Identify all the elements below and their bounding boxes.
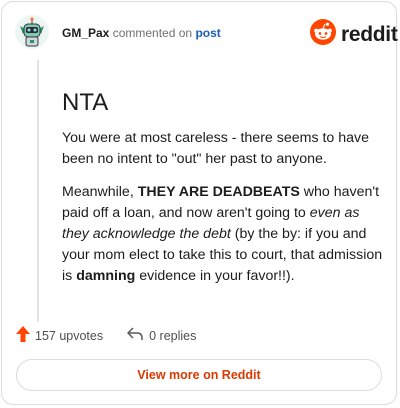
para2-bold-deadbeats: THEY ARE DEADBEATS	[137, 184, 300, 200]
comment-footer: 157 upvotes 0 replies	[16, 326, 196, 345]
reddit-logo[interactable]: reddit	[310, 19, 398, 50]
para2-text-4: evidence in your favor!!).	[135, 268, 295, 284]
robot-avatar-icon[interactable]	[14, 14, 50, 50]
upvote-button[interactable]: 157 upvotes	[16, 326, 103, 345]
post-link[interactable]: post	[195, 26, 220, 40]
view-more-button[interactable]: View more on Reddit	[16, 359, 382, 391]
reply-count: 0 replies	[149, 328, 197, 343]
thread-line	[37, 60, 39, 322]
comment-header: GM_Pax commented on post	[62, 25, 221, 41]
username[interactable]: GM_Pax	[62, 26, 109, 40]
comment-body: NTA You were at most careless - there se…	[62, 88, 384, 299]
comment-paragraph-2: Meanwhile, THEY ARE DEADBEATS who haven'…	[62, 182, 384, 287]
para2-bold-damning: damning	[76, 268, 136, 284]
para2-text-1: Meanwhile,	[62, 184, 138, 200]
replies-button[interactable]: 0 replies	[127, 327, 196, 344]
comment-heading: NTA	[62, 89, 109, 116]
reddit-wordmark: reddit	[341, 22, 398, 46]
comment-paragraph-1: You were at most careless - there seems …	[62, 130, 370, 167]
upvote-count: 157 upvotes	[35, 328, 104, 343]
commented-on-label: commented on	[112, 26, 193, 40]
reply-arrow-icon	[127, 327, 143, 344]
reddit-alien-icon	[310, 19, 336, 50]
upvote-arrow-icon	[16, 326, 30, 345]
